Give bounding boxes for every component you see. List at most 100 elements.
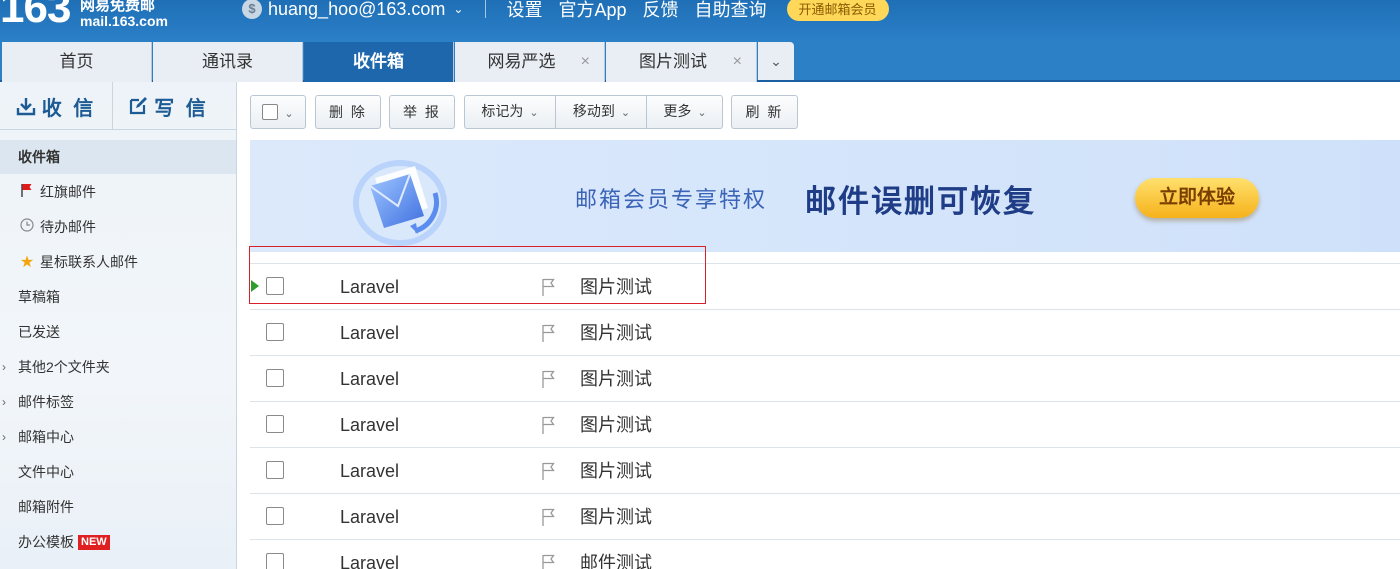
user-avatar-icon[interactable]: $ [242,0,262,19]
mail-sender: Laravel [340,369,400,389]
tab-label: 图片测试 [639,52,707,71]
chevron-down-icon: ⌄ [529,107,539,119]
folder-tags[interactable]: › 邮件标签 [0,385,236,419]
tab-contacts[interactable]: 通讯录 [153,42,303,82]
mail-subject: 邮件测试 [580,553,652,569]
row-checkbox[interactable] [266,461,284,479]
folder-label: 邮箱中心 [18,429,74,445]
mail-row[interactable]: Laravel 邮件测试 [250,540,1400,569]
chevron-down-icon: ⌄ [697,107,707,119]
self-service-link[interactable]: 自助查询 [695,0,767,22]
refresh-button[interactable]: 刷 新 [731,95,798,129]
row-checkbox[interactable] [266,323,284,341]
more-button[interactable]: 更多 ⌄ [647,95,723,129]
folder-other[interactable]: › 其他2个文件夹 [0,350,236,384]
download-icon [16,98,35,116]
row-checkbox[interactable] [266,553,284,569]
select-all-button[interactable]: ⌄ [250,95,306,129]
mail-row[interactable]: Laravel 图片测试 [250,402,1400,448]
mail-subject: 图片测试 [580,507,652,527]
folder-label: 草稿箱 [18,289,60,305]
row-checkbox[interactable] [266,415,284,433]
folder-red-flag[interactable]: 红旗邮件 [0,175,236,209]
checkbox[interactable] [262,104,279,120]
write-button[interactable]: 写 信 [112,82,224,130]
row-checkbox[interactable] [266,507,284,525]
folder-attachments[interactable]: 邮箱附件 [0,490,236,524]
flag-icon[interactable] [541,370,557,388]
mail-sender: Laravel [340,553,400,569]
folder-label: 待办邮件 [40,219,96,235]
red-flag-icon [18,176,36,210]
folder-sent[interactable]: 已发送 [0,315,236,349]
folder-label: 已发送 [18,324,60,340]
mail-sender: Laravel [340,277,400,297]
receive-label: 收 信 [41,97,97,120]
tab-label: 收件箱 [353,52,404,71]
folder-drafts[interactable]: 草稿箱 [0,280,236,314]
receive-button[interactable]: 收 信 [0,82,112,130]
tab-label: 通讯录 [202,52,253,71]
flag-icon[interactable] [541,278,557,296]
user-area: $ huang_hoo@163.com ⌄ 设置 官方App 反馈 自助查询 开… [242,0,889,21]
write-label: 写 信 [154,97,209,120]
chevron-right-icon[interactable]: › [2,385,6,419]
folder-todo[interactable]: 待办邮件 [0,210,236,244]
flag-icon[interactable] [541,462,557,480]
mail-sender: Laravel [340,507,400,527]
mail-subject: 图片测试 [580,369,652,389]
tab-image-test[interactable]: 图片测试 × [606,42,757,82]
new-badge: NEW [78,535,110,550]
mail-sender: Laravel [340,461,400,481]
chevron-down-icon[interactable]: ⌄ [453,2,463,16]
chevron-right-icon[interactable]: › [2,350,6,384]
tab-yanxuan[interactable]: 网易严选 × [455,42,605,82]
flag-icon[interactable] [541,554,557,569]
settings-link[interactable]: 设置 [506,0,542,22]
row-checkbox[interactable] [266,369,284,387]
mark-as-button[interactable]: 标记为 ⌄ [464,95,556,129]
chevron-down-icon: ⌄ [620,107,631,119]
flag-icon[interactable] [541,324,557,342]
feedback-link[interactable]: 反馈 [643,0,679,22]
folder-label: 星标联系人邮件 [40,254,138,270]
delete-button[interactable]: 删 除 [315,95,381,129]
folder-label: 文件中心 [18,464,74,480]
mail-subject: 图片测试 [580,461,652,481]
folder-mail-center[interactable]: › 邮箱中心 [0,420,236,454]
official-app-link[interactable]: 官方App [558,0,626,22]
mail-row[interactable]: Laravel 图片测试 [250,356,1400,402]
folder-starred[interactable]: ★ 星标联系人邮件 [0,245,236,279]
mail-row[interactable]: Laravel 图片测试 [250,494,1400,540]
folder-file-center[interactable]: 文件中心 [0,455,236,489]
mail-sender: Laravel [340,415,400,435]
mark-as-label: 标记为 [481,103,524,119]
folder-inbox[interactable]: 收件箱 [0,140,236,174]
move-to-label: 移动到 [572,103,615,119]
user-email[interactable]: huang_hoo@163.com [268,0,445,20]
mail-subject: 图片测试 [580,415,652,435]
mail-row[interactable]: Laravel 图片测试 [250,448,1400,494]
tab-inbox[interactable]: 收件箱 [304,42,454,82]
vip-button[interactable]: 开通邮箱会员 [786,0,889,21]
folder-office-templates[interactable]: 办公模板 NEW [0,525,236,559]
try-now-button[interactable]: 立即体验 [1135,178,1259,218]
close-icon[interactable]: × [581,42,590,82]
flag-icon[interactable] [541,508,557,526]
more-label: 更多 [663,103,692,119]
report-button[interactable]: 举 报 [389,95,455,129]
tab-home[interactable]: 首页 [2,42,152,82]
promo-banner[interactable]: 邮箱会员专享特权 邮件误删可恢复 立即体验 [250,140,1400,252]
flag-icon[interactable] [541,416,557,434]
move-to-button[interactable]: 移动到 ⌄ [556,95,647,129]
tab-more-button[interactable]: ⌄ [758,42,794,80]
row-checkbox[interactable] [266,277,284,295]
mail-row[interactable]: Laravel 图片测试 [250,310,1400,356]
chevron-right-icon[interactable]: › [2,420,6,454]
tab-label: 网易严选 [487,52,556,71]
star-icon: ★ [19,254,35,271]
tab-label: 首页 [59,52,94,71]
mail-row[interactable]: Laravel 图片测试 [250,264,1400,310]
divider [485,0,487,18]
close-icon[interactable]: × [733,42,742,82]
